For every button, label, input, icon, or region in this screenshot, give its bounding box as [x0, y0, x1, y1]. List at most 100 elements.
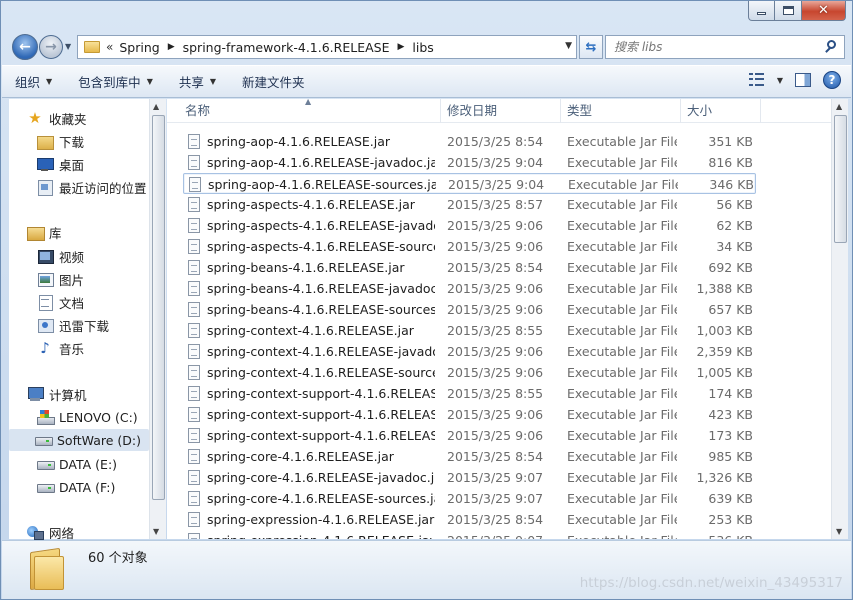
file-size: 346 KB: [709, 177, 754, 192]
file-size: 423 KB: [708, 407, 753, 422]
maximize-button[interactable]: [775, 1, 802, 21]
share-button[interactable]: 共享 ▼: [166, 69, 229, 95]
library-icon: [27, 224, 45, 241]
recent-pages-dropdown-icon[interactable]: ▼: [65, 42, 71, 51]
include-in-library-button[interactable]: 包含到库中 ▼: [65, 69, 166, 95]
file-name: spring-context-support-4.1.6.RELEAS...: [207, 407, 435, 422]
sidebar-item-thunder-downloads[interactable]: 迅雷下载: [37, 314, 109, 336]
breadcrumb-spring-framework[interactable]: spring-framework-4.1.6.RELEASE: [183, 40, 390, 55]
jar-file-icon: [188, 470, 200, 485]
column-header-date[interactable]: 修改日期: [441, 99, 561, 123]
column-header-type[interactable]: 类型: [561, 99, 681, 123]
sidebar-item-desktop[interactable]: 桌面: [37, 153, 84, 175]
file-size: 173 KB: [708, 428, 753, 443]
folder-icon: [84, 41, 100, 53]
sidebar-item-downloads[interactable]: 下载: [37, 130, 84, 152]
scroll-down-icon[interactable]: ▼: [153, 527, 159, 536]
file-date: 2015/3/25 9:06: [447, 365, 544, 380]
sidebar-item-videos[interactable]: 视频: [37, 245, 84, 267]
file-name: spring-beans-4.1.6.RELEASE.jar: [207, 260, 405, 275]
watermark: https://blog.csdn.net/weixin_43495317: [579, 575, 843, 591]
forward-button[interactable]: →: [39, 35, 63, 59]
scroll-up-icon[interactable]: ▲: [153, 102, 159, 111]
column-header-name[interactable]: 名称: [179, 99, 441, 123]
sidebar-item-drive-d[interactable]: SoftWare (D:): [9, 429, 149, 451]
file-row[interactable]: spring-expression-4.1.6.RELEASE.jar 2015/…: [183, 509, 756, 530]
sidebar-item-computer[interactable]: 计算机: [27, 383, 87, 405]
scroll-down-icon[interactable]: ▼: [836, 527, 842, 536]
breadcrumb-libs[interactable]: libs: [412, 40, 433, 55]
sidebar-scrollbar[interactable]: ▲ ▼: [149, 99, 166, 539]
sidebar-item-label: 图片: [59, 272, 85, 288]
address-dropdown-icon[interactable]: ▼: [565, 41, 572, 51]
sidebar-item-drive-f[interactable]: DATA (F:): [37, 476, 115, 498]
sidebar-item-pictures[interactable]: 图片: [37, 268, 84, 290]
file-name: spring-context-4.1.6.RELEASE.jar: [207, 323, 414, 338]
view-dropdown-icon[interactable]: ▼: [777, 76, 783, 85]
file-row[interactable]: spring-context-support-4.1.6.RELEAS... 20…: [183, 383, 756, 404]
breadcrumb-separator-icon[interactable]: ▶: [397, 42, 404, 52]
breadcrumb-overflow[interactable]: «: [106, 40, 113, 54]
sidebar-item-libraries[interactable]: 库: [27, 221, 62, 243]
address-bar[interactable]: « Spring ▶ spring-framework-4.1.6.RELEAS…: [77, 35, 577, 59]
minimize-button[interactable]: [748, 1, 775, 21]
file-row[interactable]: spring-aspects-4.1.6.RELEASE.jar 2015/3/2…: [183, 194, 756, 215]
file-row[interactable]: spring-aspects-4.1.6.RELEASE-source... 20…: [183, 236, 756, 257]
sidebar-item-drive-c[interactable]: LENOVO (C:): [37, 406, 138, 428]
file-type: Executable Jar File: [568, 177, 678, 192]
sidebar-item-drive-e[interactable]: DATA (E:): [37, 453, 117, 475]
change-view-icon[interactable]: [748, 73, 765, 87]
file-row[interactable]: spring-aspects-4.1.6.RELEASE-javado... 20…: [183, 215, 756, 236]
file-row[interactable]: spring-beans-4.1.6.RELEASE-javadoc... 201…: [183, 278, 756, 299]
sidebar-item-music[interactable]: ♪ 音乐: [37, 337, 84, 359]
back-arrow-icon: ←: [19, 39, 31, 55]
file-row[interactable]: spring-aop-4.1.6.RELEASE-javadoc.jar 2015…: [183, 152, 756, 173]
file-row[interactable]: spring-context-4.1.6.RELEASE-javado... 20…: [183, 341, 756, 362]
file-row[interactable]: spring-context-support-4.1.6.RELEAS... 20…: [183, 404, 756, 425]
breadcrumb-separator-icon[interactable]: ▶: [168, 42, 175, 52]
search-box[interactable]: [605, 35, 845, 59]
help-icon[interactable]: ?: [823, 71, 841, 89]
back-button[interactable]: ←: [12, 34, 38, 60]
file-type: Executable Jar File: [567, 155, 677, 170]
file-row[interactable]: spring-aop-4.1.6.RELEASE-sources.jar 2015…: [183, 173, 756, 194]
file-row[interactable]: spring-context-support-4.1.6.RELEAS... 20…: [183, 425, 756, 446]
breadcrumb-spring[interactable]: Spring: [119, 40, 159, 55]
sidebar-item-documents[interactable]: 文档: [37, 291, 84, 313]
file-row[interactable]: spring-core-4.1.6.RELEASE-sources.jar 201…: [183, 488, 756, 509]
file-size: 1,326 KB: [696, 470, 753, 485]
file-row[interactable]: spring-beans-4.1.6.RELEASE.jar 2015/3/25 …: [183, 257, 756, 278]
search-icon[interactable]: [822, 38, 840, 56]
file-row[interactable]: spring-expression-4.1.6.RELEASE-jav... 20…: [183, 530, 756, 539]
file-type: Executable Jar File: [567, 491, 677, 506]
close-button[interactable]: ✕: [802, 1, 846, 21]
file-row[interactable]: spring-core-4.1.6.RELEASE.jar 2015/3/25 8…: [183, 446, 756, 467]
file-name: spring-context-4.1.6.RELEASE-source...: [207, 365, 435, 380]
scrollbar-thumb[interactable]: [152, 115, 165, 500]
drive-icon: [35, 432, 53, 448]
file-list-scrollbar[interactable]: ▲ ▼: [831, 99, 848, 539]
file-row[interactable]: spring-beans-4.1.6.RELEASE-sources.... 20…: [183, 299, 756, 320]
file-date: 2015/3/25 9:06: [447, 407, 544, 422]
scroll-up-icon[interactable]: ▲: [836, 102, 842, 111]
include-in-library-label: 包含到库中: [78, 75, 141, 90]
file-date: 2015/3/25 9:04: [448, 177, 545, 192]
file-row[interactable]: spring-core-4.1.6.RELEASE-javadoc.jar 201…: [183, 467, 756, 488]
preview-pane-icon[interactable]: [795, 73, 811, 87]
scrollbar-thumb[interactable]: [834, 115, 847, 243]
forward-arrow-icon: →: [45, 39, 57, 55]
file-row[interactable]: spring-context-4.1.6.RELEASE-source... 20…: [183, 362, 756, 383]
file-row[interactable]: spring-context-4.1.6.RELEASE.jar 2015/3/2…: [183, 320, 756, 341]
new-folder-button[interactable]: 新建文件夹: [229, 69, 318, 95]
system-drive-icon: [37, 409, 55, 425]
search-input[interactable]: [606, 40, 822, 54]
jar-file-icon: [188, 155, 200, 170]
file-name: spring-beans-4.1.6.RELEASE-sources....: [207, 302, 435, 317]
file-row[interactable]: spring-aop-4.1.6.RELEASE.jar 2015/3/25 8:…: [183, 131, 756, 152]
column-header-size[interactable]: 大小: [681, 99, 761, 123]
sidebar-item-favorites[interactable]: ★ 收藏夹: [27, 107, 86, 129]
file-size: 1,005 KB: [696, 365, 753, 380]
refresh-button[interactable]: ⇆: [579, 35, 603, 59]
organize-button[interactable]: 组织 ▼: [2, 69, 65, 95]
sidebar-item-recent-places[interactable]: 最近访问的位置: [37, 176, 147, 198]
